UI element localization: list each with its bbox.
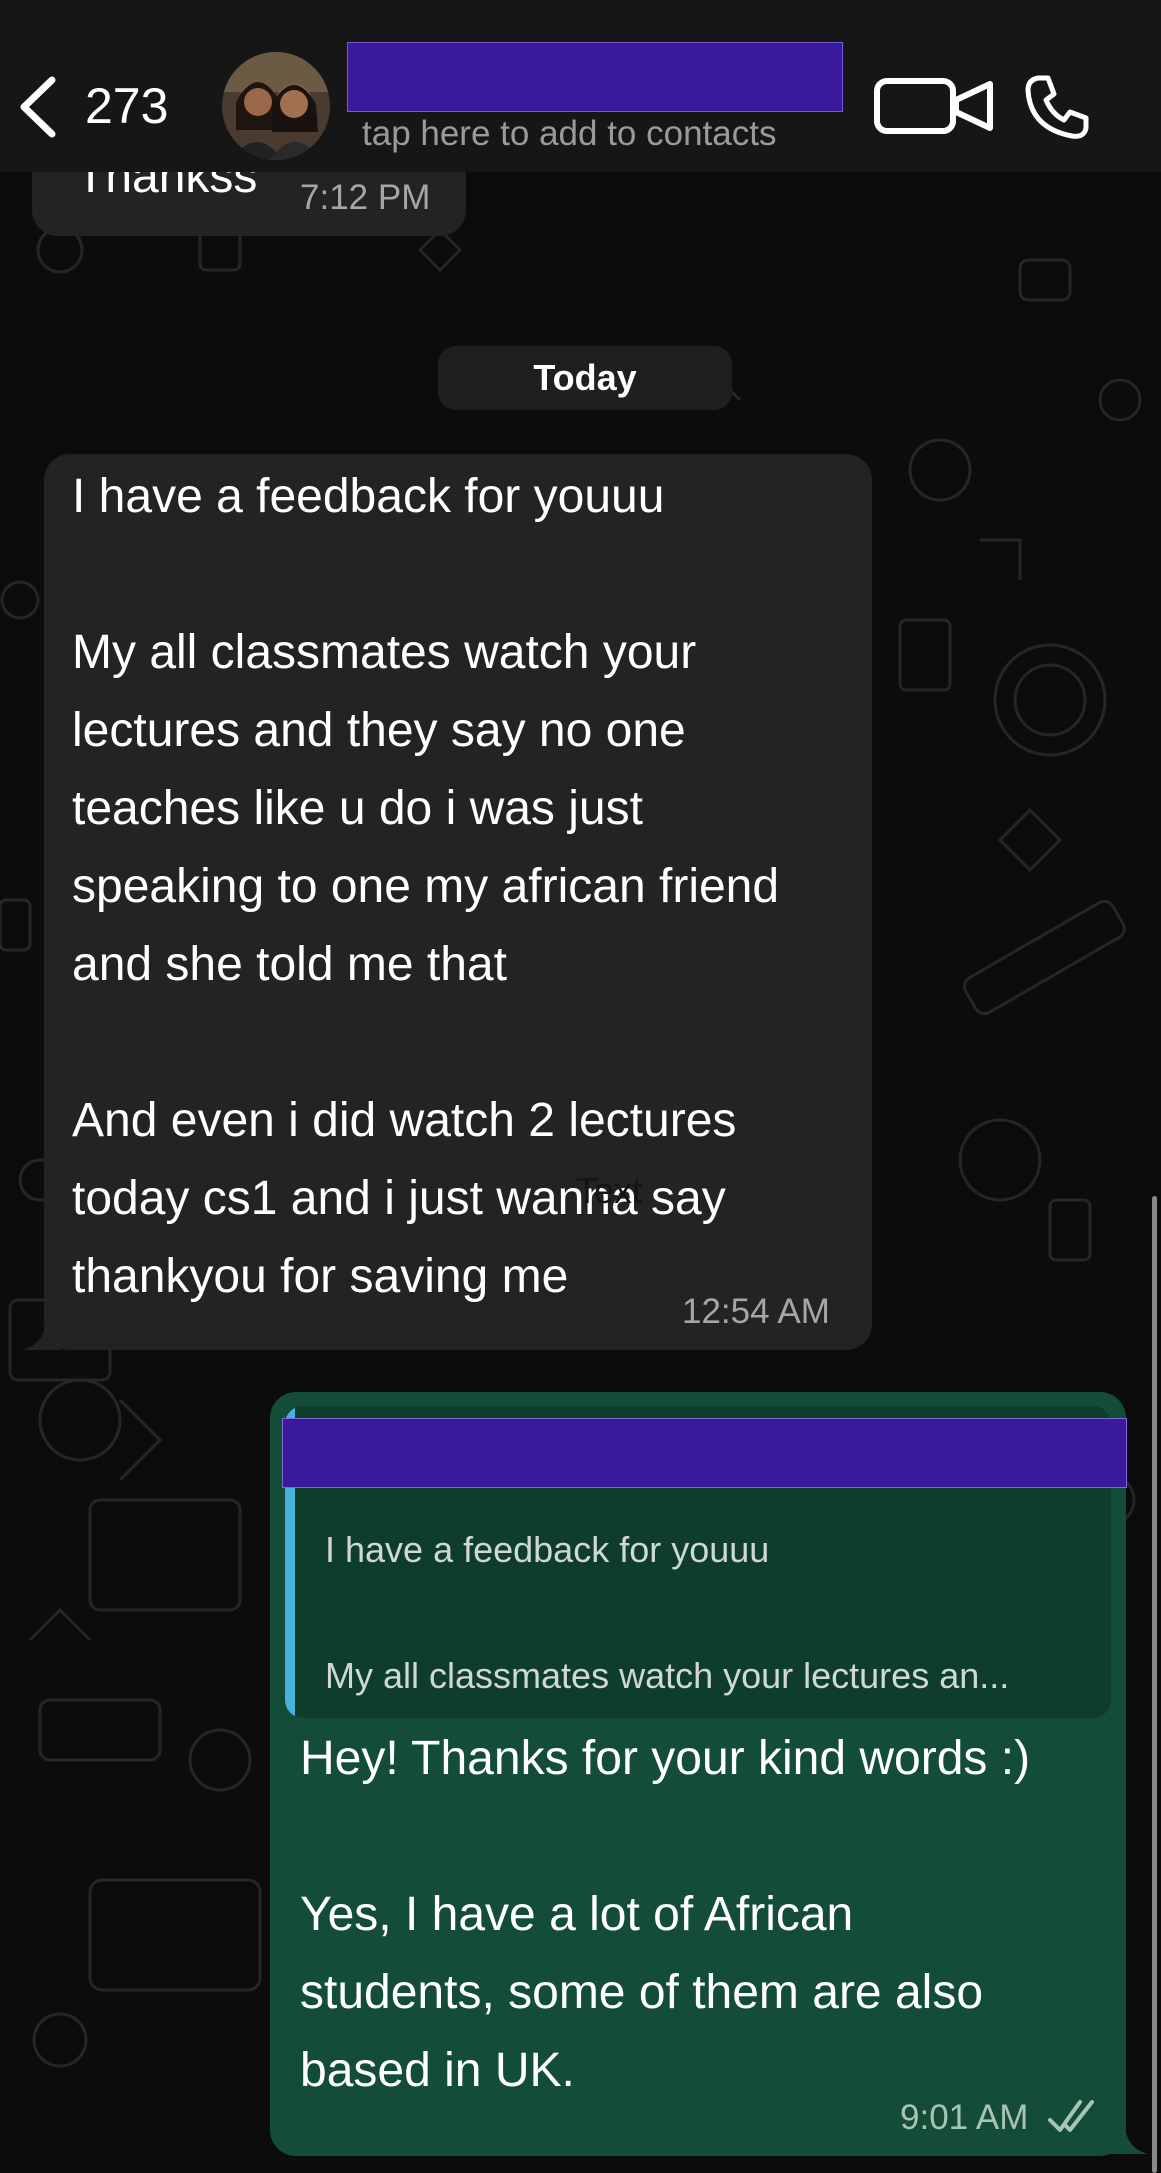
contact-avatar[interactable] xyxy=(222,52,330,160)
message-bubble-outgoing[interactable]: I have a feedback for youuu My all class… xyxy=(270,1392,1127,2156)
message-text-line-6: speaking to one my african friend xyxy=(72,860,780,913)
date-divider: Today xyxy=(438,346,732,410)
chat-scrollbar[interactable] xyxy=(1152,1196,1157,2173)
avatar-photo xyxy=(222,52,330,160)
message-time: 7:12 PM xyxy=(300,178,431,217)
video-camera-icon[interactable] xyxy=(874,76,996,136)
message-text-line-5: teaches like u do i was just xyxy=(72,782,643,835)
double-check-icon xyxy=(1048,2100,1094,2132)
message-text-line-4: lectures and they say no one xyxy=(72,704,686,757)
message-text-line-4: students, some of them are also xyxy=(300,1966,984,2019)
quoted-message-line-1: I have a feedback for youuu xyxy=(325,1529,770,1570)
message-text-line-1: Hey! Thanks for your kind words :) xyxy=(300,1732,1031,1785)
message-text-line-3: My all classmates watch your xyxy=(72,626,697,679)
message-time: 9:01 AM xyxy=(900,2098,1029,2137)
date-divider-label: Today xyxy=(533,357,637,398)
unread-chats-count[interactable]: 273 xyxy=(85,78,168,134)
message-text-line-11: thankyou for saving me xyxy=(72,1250,569,1303)
quoted-message-line-2: My all classmates watch your lectures an… xyxy=(325,1655,1010,1696)
contact-subtitle[interactable]: tap here to add to contacts xyxy=(362,114,842,154)
chat-header: 273 tap here to add to contacts xyxy=(0,0,1161,172)
quoted-sender-name-redacted xyxy=(282,1418,1127,1488)
message-text-line-3: Yes, I have a lot of African xyxy=(300,1888,854,1941)
message-text-line-9: And even i did watch 2 lectures xyxy=(72,1094,737,1147)
overlay-text-label: Text xyxy=(576,1170,643,1211)
message-text-line-5: based in UK. xyxy=(300,2044,575,2097)
message-text-line-1: I have a feedback for youuu xyxy=(72,470,665,523)
contact-name-redacted[interactable] xyxy=(347,42,843,112)
message-time: 12:54 AM xyxy=(682,1292,830,1331)
phone-icon[interactable] xyxy=(1022,72,1092,142)
message-text-line-7: and she told me that xyxy=(72,938,507,991)
chevron-left-icon[interactable] xyxy=(14,74,60,140)
message-bubble-incoming[interactable]: I have a feedback for youuu My all class… xyxy=(44,454,872,1350)
chat-screen: 273 tap here to add to contacts Thankss … xyxy=(0,0,1161,2173)
